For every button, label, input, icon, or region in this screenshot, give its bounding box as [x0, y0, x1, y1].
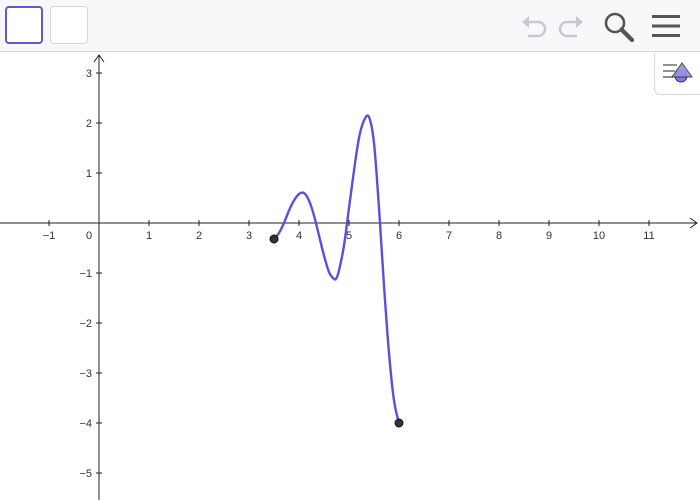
- redo-icon[interactable]: [556, 13, 586, 41]
- x-tick-label: 10: [593, 230, 605, 242]
- y-tick-label: 1: [86, 168, 92, 180]
- undo-icon[interactable]: [519, 13, 549, 41]
- x-tick-label: 1: [146, 230, 152, 242]
- endpoint[interactable]: [394, 418, 404, 428]
- x-tick-label: 0: [86, 230, 92, 242]
- style-bar-toggle[interactable]: [654, 53, 700, 95]
- y-tick-label: −4: [79, 418, 92, 430]
- x-tick-label: 9: [546, 230, 552, 242]
- geogebra-app: −1 0 1 2 3 4 5 6 7 8 9 10 11 3 2 1 −1 −2 −3 −4 −5: [0, 0, 700, 500]
- menu-icon[interactable]: [651, 13, 681, 39]
- y-tick-label: −2: [79, 318, 92, 330]
- function-curve[interactable]: [273, 114, 401, 424]
- y-tick-label: 2: [86, 118, 92, 130]
- graphics-view[interactable]: −1 0 1 2 3 4 5 6 7 8 9 10 11321−1−2−3−4−5: [0, 53, 700, 500]
- x-tick-label: 7: [446, 230, 452, 242]
- y-tick-label: −5: [79, 468, 92, 480]
- x-tick-label: 6: [396, 230, 402, 242]
- search-icon[interactable]: [603, 11, 635, 43]
- tool-empty-button[interactable]: [50, 6, 88, 44]
- series-line[interactable]: [273, 114, 401, 424]
- axes: −1 0 1 2 3 4 5 6 7 8 9 10 11321−1−2−3−4−5: [0, 54, 698, 500]
- tool-move-button[interactable]: [5, 6, 43, 44]
- y-tick-label: 3: [86, 68, 92, 80]
- x-tick-label: 3: [246, 230, 252, 242]
- endpoint[interactable]: [269, 234, 279, 244]
- x-tick-label: −1: [43, 230, 56, 242]
- x-tick-label: 11: [643, 230, 654, 242]
- y-tick-label: −3: [79, 368, 92, 380]
- toolbar: [0, 0, 700, 52]
- x-tick-label: 2: [196, 230, 202, 242]
- x-tick-label: 4: [296, 230, 302, 242]
- x-tick-label: 8: [496, 230, 502, 242]
- style-bar-icon: [663, 62, 693, 83]
- y-tick-label: −1: [79, 268, 92, 280]
